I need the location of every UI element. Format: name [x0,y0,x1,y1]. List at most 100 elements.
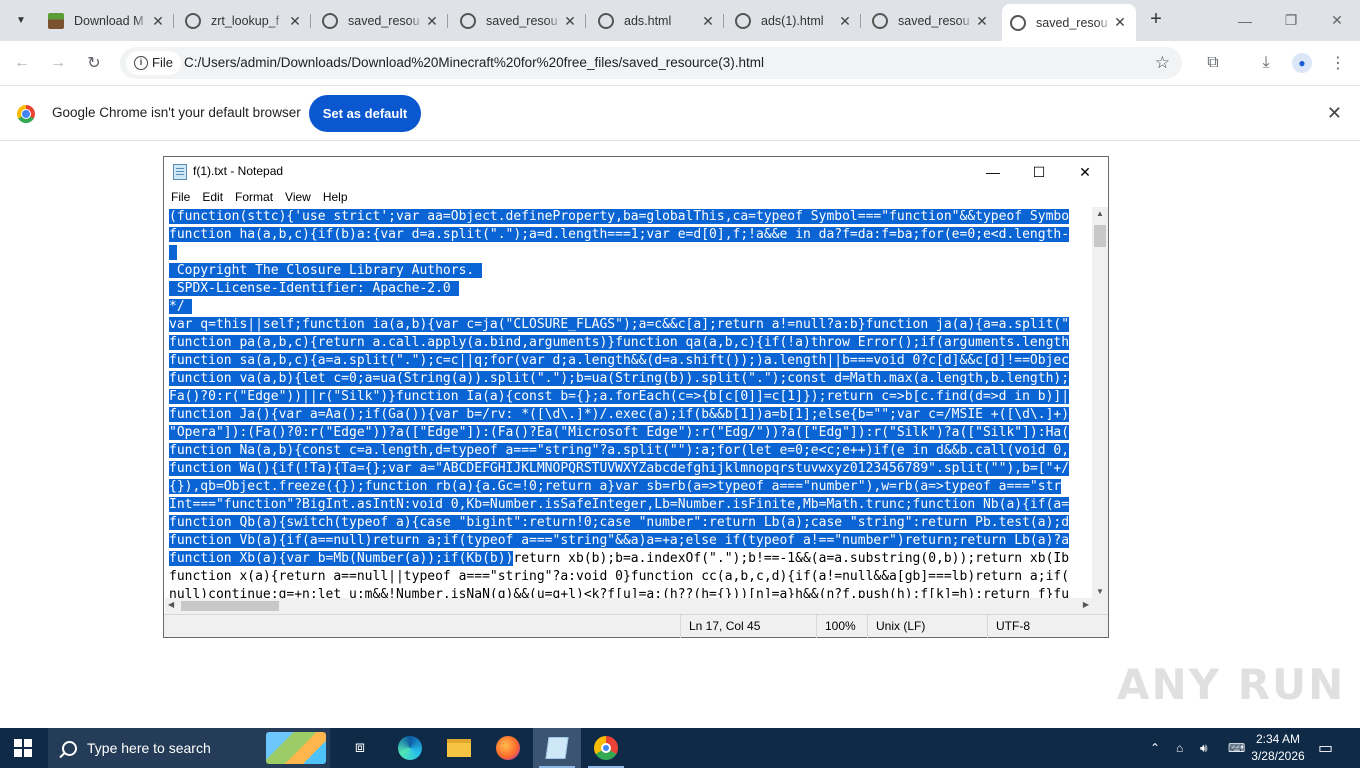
volume-icon[interactable]: 🔊︎ [1200,728,1208,768]
infobar-close-icon[interactable]: ✕ [1327,103,1342,124]
reload-button[interactable]: ↻ [82,51,106,75]
text-line: null)continue;g=+n;let u;m&&!Number.isNa… [165,586,1091,598]
taskbar-chrome[interactable] [582,728,630,768]
browser-tab[interactable]: ads(1).html ✕ [727,6,861,36]
ime-icon[interactable]: ⌨︎ [1228,728,1245,768]
globe-icon [322,13,338,29]
globe-icon [598,13,614,29]
text-line: function Wa(){if(!Ta){Ta={};var a="ABCDE… [165,460,1091,478]
bookmark-star-icon[interactable]: ☆ [1155,53,1170,73]
text-line: function pa(a,b,c){return a.call.apply(a… [165,334,1091,352]
text-line: function sa(a,b,c){a=a.split(".");c=c||q… [165,352,1091,370]
task-view-icon: ⧈ [354,739,366,756]
extensions-button[interactable]: ⧉ [1201,51,1225,75]
globe-icon [872,13,888,29]
task-view-button[interactable]: ⧈ [336,728,384,768]
minecraft-icon [48,13,64,29]
puzzle-icon: ⧉ [1207,54,1219,71]
horizontal-scroll-thumb[interactable] [181,601,279,611]
downloads-button[interactable]: ⤓ [1254,51,1278,75]
horizontal-scrollbar[interactable]: ◀ ▶ [165,598,1092,614]
scroll-up-icon[interactable]: ▲ [1092,209,1108,218]
tray-chevron-icon[interactable]: ⌃ [1150,728,1160,768]
tab-close-icon[interactable]: ✕ [562,13,578,30]
globe-icon [735,13,751,29]
windows-taskbar: Type here to search ⧈ ⌃ ⌂ 🔊︎ ⌨︎ 2:34 AM … [0,728,1360,768]
notepad-minimize-button[interactable]: — [970,157,1016,187]
avatar-icon: ● [1292,53,1312,73]
tab-close-icon[interactable]: ✕ [974,13,990,30]
selected-text: function Wa(){if(!Ta){Ta={};var a="ABCDE… [169,461,1070,476]
restore-button[interactable]: ❐ [1268,0,1314,41]
browser-tab[interactable]: saved_resou ✕ [314,6,448,36]
notepad-close-button[interactable]: ✕ [1062,157,1108,187]
taskbar-file-explorer[interactable] [435,728,483,768]
browser-tab[interactable]: saved_resou ✕ [452,6,586,36]
menu-file[interactable]: File [171,187,190,207]
profile-button[interactable]: ● [1290,51,1314,75]
menu-edit[interactable]: Edit [202,187,223,207]
selected-text: Copyright The Closure Library Authors. [169,263,483,278]
menu-button[interactable]: ⋮ [1326,51,1350,75]
tab-close-icon[interactable]: ✕ [287,13,303,30]
forward-button[interactable]: → [46,51,70,75]
tab-close-icon[interactable]: ✕ [1112,14,1128,31]
menu-help[interactable]: Help [323,187,348,207]
unselected-text: return xb(b);b=a.indexOf(".");b!==-1&&(a… [513,551,1070,566]
menu-view[interactable]: View [285,187,311,207]
vertical-scrollbar[interactable]: ▲ ▼ [1092,207,1108,598]
close-window-button[interactable]: ✕ [1314,0,1360,41]
notepad-titlebar[interactable]: f(1).txt - Notepad — ☐ ✕ [164,157,1108,187]
browser-tab[interactable]: saved_resou ✕ [1002,4,1136,41]
selected-text: */ [169,299,193,314]
tab-close-icon[interactable]: ✕ [700,13,716,30]
site-info-chip[interactable]: i File [126,51,181,75]
notepad-maximize-button[interactable]: ☐ [1016,157,1062,187]
browser-tab[interactable]: saved_resou ✕ [864,6,998,36]
scroll-left-icon[interactable]: ◀ [168,600,174,609]
selected-text: Fa()?0:r("Edge"))||r("Silk")}function Ia… [169,389,1070,404]
address-bar[interactable]: i File C:/Users/admin/Downloads/Download… [120,47,1182,79]
tab-separator [310,14,311,28]
unselected-text: null)continue;g=+n;let u;m&&!Number.isNa… [169,587,1070,598]
selected-text: SPDX-License-Identifier: Apache-2.0 [169,281,459,296]
clock-time: 2:34 AM [1255,732,1301,746]
taskbar-notepad[interactable] [533,728,581,768]
scroll-right-icon[interactable]: ▶ [1083,600,1089,609]
vertical-scroll-thumb[interactable] [1094,225,1106,247]
notification-icon[interactable]: ▭ [1318,728,1333,768]
close-icon: ✕ [1331,12,1343,28]
start-button[interactable] [14,739,32,757]
close-icon: ✕ [1079,163,1091,180]
text-editor-area[interactable]: (function(sttc){'use strict';var aa=Obje… [165,207,1091,598]
taskbar-clock[interactable]: 2:34 AM 3/28/2026 [1250,731,1306,765]
menu-format[interactable]: Format [235,187,273,207]
chrome-icon [594,736,618,760]
text-line: SPDX-License-Identifier: Apache-2.0 [165,280,1091,298]
minimize-icon: — [1238,12,1252,29]
network-icon[interactable]: ⌂ [1176,728,1183,768]
tab-close-icon[interactable]: ✕ [150,13,166,30]
tab-close-icon[interactable]: ✕ [424,13,440,30]
taskbar-edge[interactable] [386,728,434,768]
taskbar-search-box[interactable]: Type here to search [48,728,330,768]
download-icon: ⤓ [1262,54,1270,71]
taskbar-firefox[interactable] [484,728,532,768]
browser-tab[interactable]: ads.html ✕ [590,6,724,36]
unselected-text: function x(a){return a==null||typeof a==… [169,569,1070,584]
search-placeholder: Type here to search [87,740,211,756]
scroll-down-icon[interactable]: ▼ [1092,587,1108,596]
minimize-button[interactable]: — [1222,0,1268,41]
tab-close-icon[interactable]: ✕ [837,13,853,30]
browser-tab[interactable]: zrt_lookup_f ✕ [177,6,311,36]
back-button[interactable]: ← [10,51,34,75]
plus-icon: + [1150,8,1162,30]
browser-tab[interactable]: Download M ✕ [40,6,174,36]
new-tab-button[interactable]: + [1145,8,1167,32]
url-text[interactable]: C:/Users/admin/Downloads/Download%20Mine… [184,47,764,79]
selected-text: function Ja(){var a=Aa();if(Ga()){var b=… [169,407,1070,422]
search-highlight-image [266,732,326,764]
text-line: Fa()?0:r("Edge"))||r("Silk")}function Ia… [165,388,1091,406]
tab-search-button[interactable]: ▼ [8,8,34,32]
set-as-default-button[interactable]: Set as default [309,95,421,132]
